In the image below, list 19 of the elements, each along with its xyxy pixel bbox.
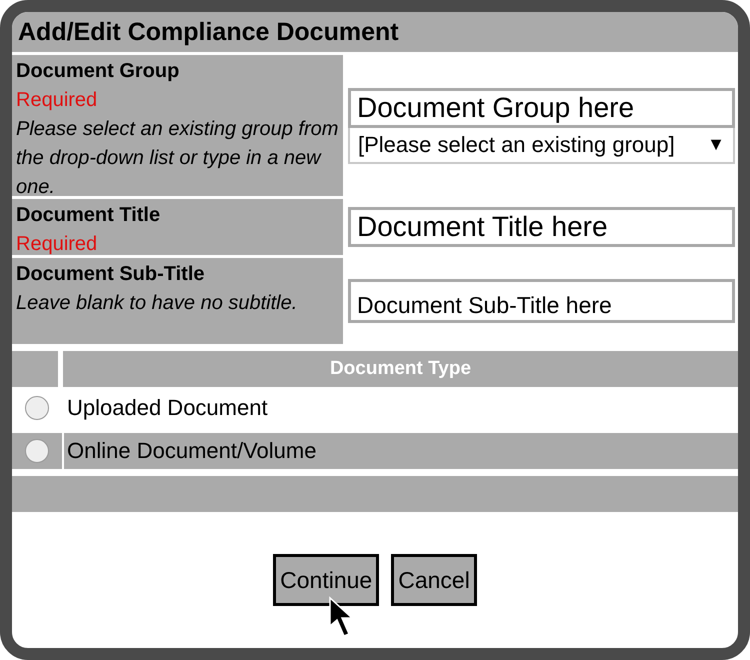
column-header: Document Type	[63, 351, 738, 387]
window-title: Add/Edit Compliance Document	[12, 12, 738, 52]
group-dropdown[interactable]: [Please select an existing group] ▼	[348, 128, 735, 164]
help-text: Please select an existing group from the drop-down list or type in a new one.	[16, 117, 339, 200]
radio-button[interactable]	[25, 439, 49, 463]
header-cell	[12, 351, 58, 387]
continue-button[interactable]: Continue	[273, 554, 380, 606]
input-field[interactable]: Document Title here	[348, 207, 735, 247]
radio-button[interactable]	[25, 396, 49, 420]
field-label: Document Sub-Title	[16, 262, 206, 287]
option-label[interactable]: Uploaded Document	[64, 395, 268, 421]
input-field[interactable]: Document Group here	[348, 88, 735, 128]
field-label: Document Group	[16, 59, 180, 84]
required-note: Required	[16, 88, 98, 113]
cancel-button[interactable]: Cancel	[391, 554, 477, 606]
help-text: Leave blank to have no subtitle.	[16, 291, 298, 316]
required-note: Required	[16, 232, 98, 257]
input-field[interactable]: Document Sub-Title here	[348, 279, 735, 323]
field-label: Document Title	[16, 203, 162, 228]
